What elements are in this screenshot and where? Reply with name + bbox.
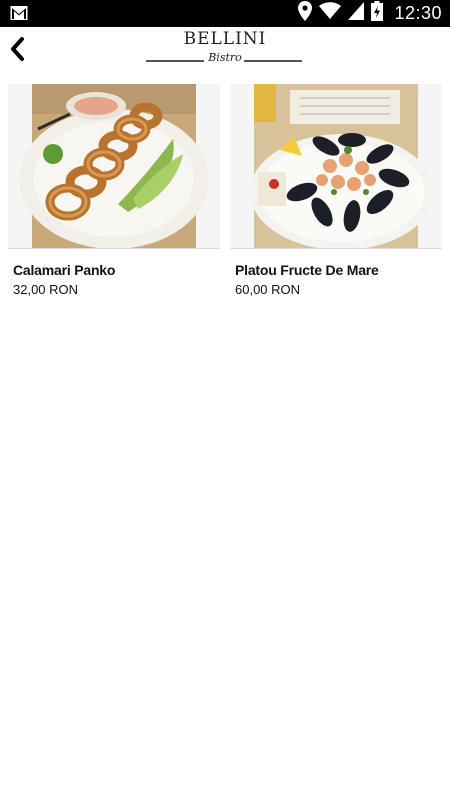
logo-line-right: [244, 60, 302, 62]
clock: 12:30: [394, 3, 442, 23]
product-card[interactable]: Platou Fructe De Mare 60,00 RON: [230, 84, 442, 304]
battery-charging-icon: [371, 1, 384, 26]
bellini-logo: BELLINI Bistro: [146, 29, 304, 73]
fried-calamari-photo: [8, 84, 220, 248]
signal-icon: [348, 2, 365, 25]
product-image: [8, 84, 220, 249]
status-icons: 12:30: [298, 0, 442, 27]
logo-text: BELLINI: [183, 29, 267, 49]
app-header: BELLINI Bistro: [0, 27, 450, 77]
chevron-left-icon: [9, 36, 25, 66]
gmail-icon: [10, 5, 28, 21]
back-button[interactable]: [2, 35, 32, 67]
product-price: 32,00 RON: [13, 282, 79, 297]
wifi-icon: [319, 2, 342, 25]
product-price: 60,00 RON: [235, 282, 301, 297]
logo-subtext: Bistro: [208, 51, 242, 64]
product-image: [230, 84, 442, 249]
product-card[interactable]: Calamari Panko 32,00 RON: [8, 84, 220, 304]
seafood-platter-photo: [230, 84, 442, 248]
product-name: Platou Fructe De Mare: [235, 262, 379, 278]
product-name: Calamari Panko: [13, 262, 116, 278]
location-icon: [298, 1, 313, 26]
logo-line-left: [146, 60, 204, 62]
status-bar: 12:30: [0, 0, 450, 27]
